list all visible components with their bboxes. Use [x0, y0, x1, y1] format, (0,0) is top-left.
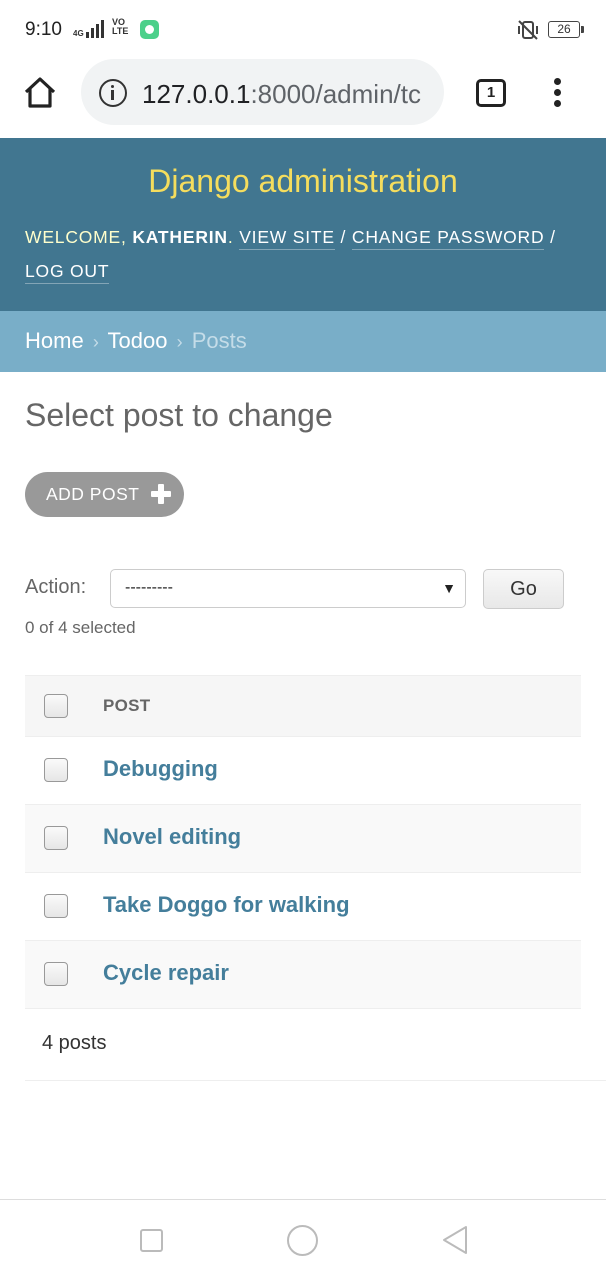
caret-down-icon: ▼ — [442, 580, 456, 596]
log-out-link[interactable]: LOG OUT — [25, 261, 110, 284]
table-row: Cycle repair — [25, 941, 581, 1009]
post-link[interactable]: Debugging — [103, 756, 218, 782]
status-bar: 9:10 4G VO LTE 26 — [0, 0, 606, 58]
home-nav-icon[interactable] — [287, 1225, 318, 1256]
address-bar[interactable]: 127.0.0.1:8000/admin/tc — [81, 59, 444, 125]
volte-indicator: VO LTE — [112, 17, 129, 36]
table-row: Take Doggo for walking — [25, 873, 581, 941]
recents-icon[interactable] — [140, 1229, 163, 1252]
info-icon[interactable] — [99, 79, 127, 107]
row-checkbox[interactable] — [44, 894, 68, 918]
network-type: 4G — [73, 29, 84, 38]
result-list-table: POST Debugging Novel editing Take Doggo … — [25, 675, 581, 1009]
url-host: 127.0.0.1 — [142, 79, 251, 109]
breadcrumb: Home › Todoo › Posts — [0, 311, 606, 372]
back-icon[interactable] — [440, 1224, 470, 1256]
signal-icon: 4G — [73, 18, 104, 38]
tabs-icon[interactable]: 1 — [476, 79, 506, 107]
breadcrumb-home[interactable]: Home — [25, 328, 84, 353]
username: KATHERIN — [132, 227, 228, 247]
add-post-label: ADD POST — [46, 484, 140, 504]
table-row: Debugging — [25, 737, 581, 805]
chat-app-icon — [140, 20, 159, 39]
admin-header: Django administration WELCOME, KATHERIN.… — [0, 138, 606, 311]
row-checkbox[interactable] — [44, 758, 68, 782]
post-link[interactable]: Cycle repair — [103, 960, 229, 986]
row-checkbox[interactable] — [44, 826, 68, 850]
table-row: Novel editing — [25, 805, 581, 873]
system-nav-bar — [0, 1199, 606, 1280]
url-path: :8000/admin/tc — [250, 79, 421, 109]
welcome-text: WELCOME, — [25, 227, 133, 247]
action-selected-value: --------- — [125, 579, 173, 596]
plus-icon — [151, 484, 171, 504]
add-post-button[interactable]: ADD POST — [25, 472, 184, 517]
tab-count: 1 — [486, 84, 496, 101]
battery-icon: 26 — [548, 21, 584, 38]
home-icon[interactable] — [22, 75, 58, 111]
breadcrumb-current: Posts — [191, 328, 247, 353]
paginator: 4 posts — [25, 1009, 606, 1081]
action-select[interactable]: --------- ▼ — [110, 569, 466, 608]
post-link[interactable]: Novel editing — [103, 824, 241, 850]
more-vert-icon[interactable] — [554, 78, 562, 108]
breadcrumb-app[interactable]: Todoo — [108, 328, 168, 353]
selected-count: 0 of 4 selected — [25, 618, 136, 637]
url-text[interactable]: 127.0.0.1:8000/admin/tc — [142, 79, 421, 110]
row-checkbox[interactable] — [44, 962, 68, 986]
go-button[interactable]: Go — [483, 569, 564, 609]
page-title: Select post to change — [25, 397, 333, 433]
column-header-post[interactable]: POST — [103, 696, 151, 716]
status-time: 9:10 — [25, 19, 62, 40]
mute-vibrate-icon — [518, 20, 538, 40]
action-label: Action: — [25, 576, 87, 598]
site-branding[interactable]: Django administration — [0, 163, 606, 200]
change-password-link[interactable]: CHANGE PASSWORD — [351, 227, 545, 250]
battery-level: 26 — [557, 22, 571, 36]
browser-toolbar: 127.0.0.1:8000/admin/tc 1 — [0, 58, 606, 138]
user-tools: WELCOME, KATHERIN. VIEW SITE / CHANGE PA… — [25, 220, 581, 288]
post-link[interactable]: Take Doggo for walking — [103, 892, 350, 918]
view-site-link[interactable]: VIEW SITE — [239, 227, 335, 250]
table-header: POST — [25, 675, 581, 737]
select-all-checkbox[interactable] — [44, 694, 68, 718]
